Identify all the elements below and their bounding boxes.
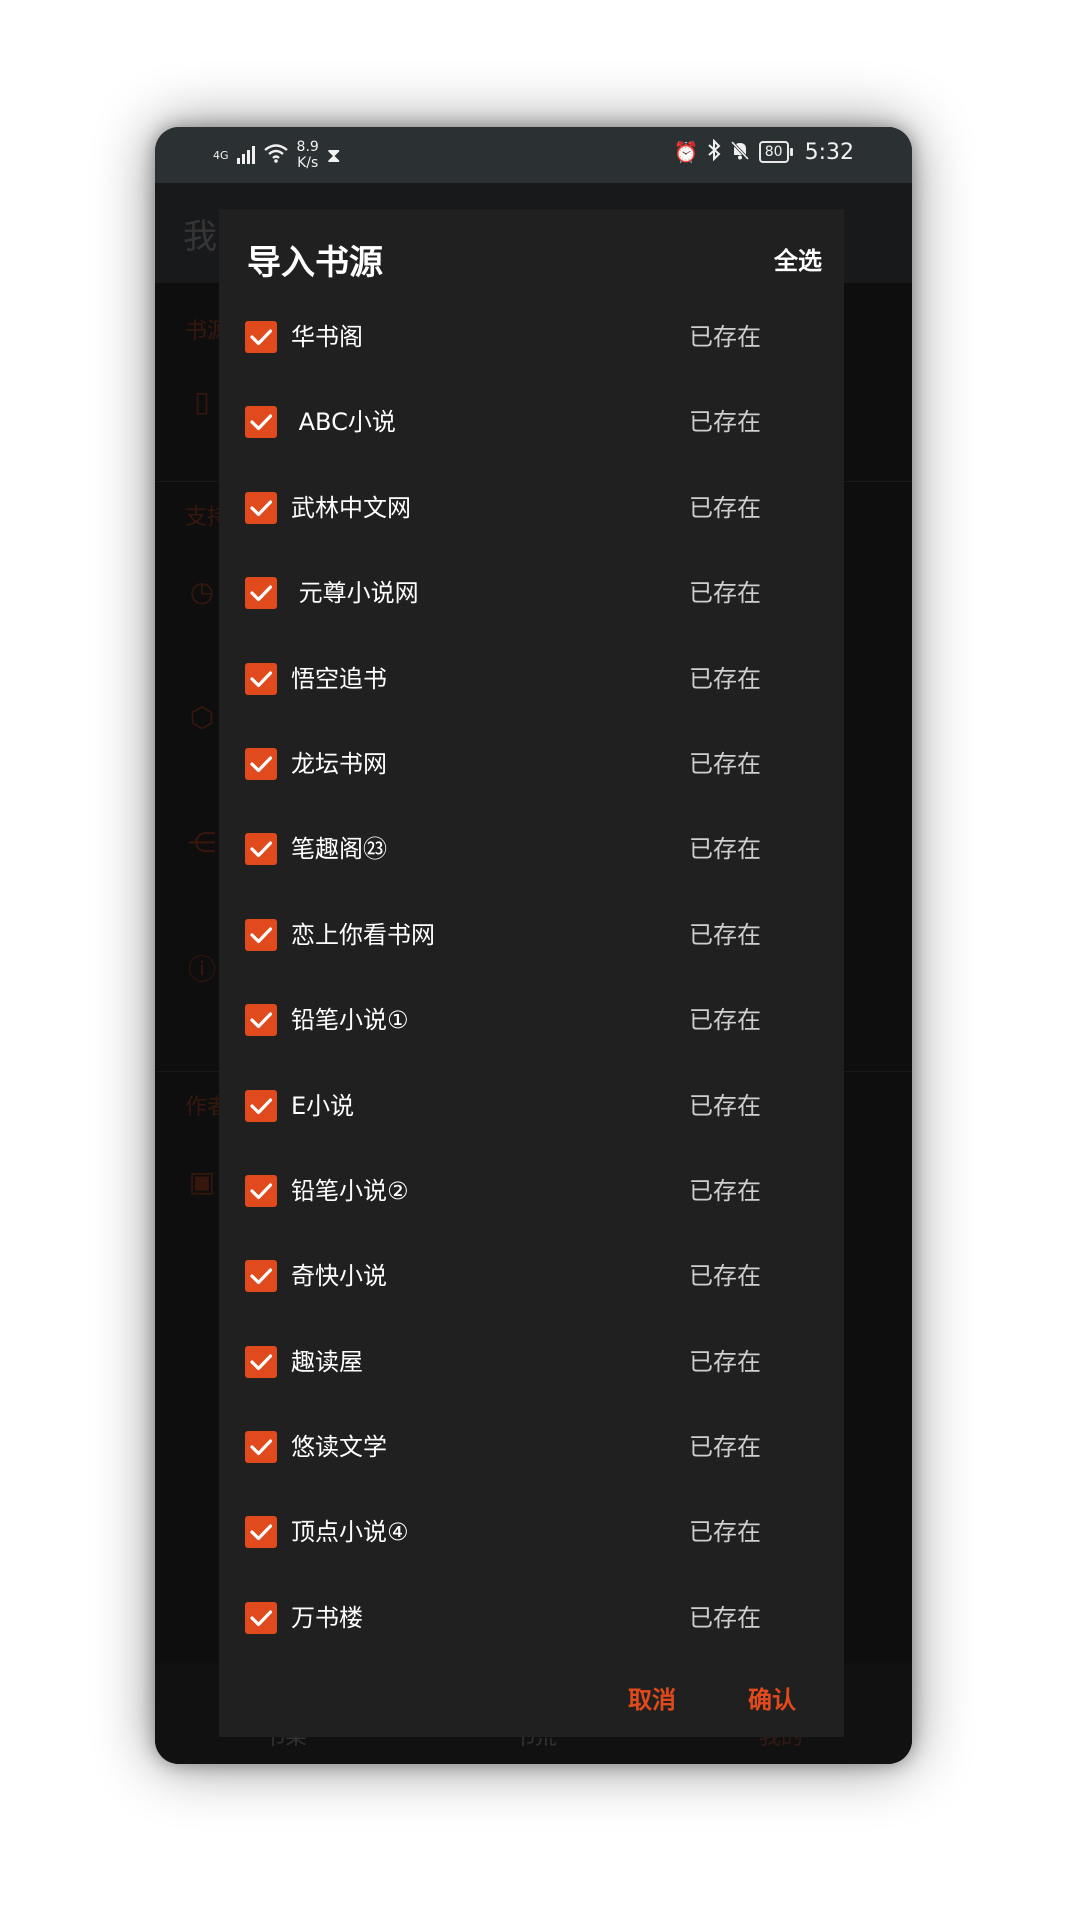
list-item[interactable]: 奇快小说 已存在 (219, 1234, 844, 1319)
source-name: 元尊小说网 (291, 579, 419, 608)
source-name: 龙坛书网 (291, 749, 387, 778)
list-item[interactable]: 顶点小说④ 已存在 (219, 1490, 844, 1575)
source-name: 铅笔小说② (291, 1176, 409, 1205)
source-status: 已存在 (689, 1006, 761, 1035)
source-name: 铅笔小说① (291, 1006, 409, 1035)
source-name: 笔趣阁㉓ (291, 835, 387, 864)
source-status: 已存在 (689, 1262, 761, 1291)
list-item[interactable]: 笔趣阁㉓ 已存在 (219, 807, 844, 892)
checkbox-checked-icon[interactable] (245, 577, 277, 610)
clock: 5:32 (804, 139, 854, 165)
source-name: 恋上你看书网 (291, 920, 435, 949)
dialog-actions: 取消 确认 (628, 1680, 796, 1715)
source-status: 已存在 (689, 1176, 761, 1205)
speed-value: 8.9 (296, 139, 319, 155)
list-item[interactable]: E小说 已存在 (219, 1064, 844, 1149)
source-name: 顶点小说④ (291, 1518, 409, 1547)
list-item[interactable]: 悠读文学 已存在 (219, 1405, 844, 1490)
checkbox-checked-icon[interactable] (245, 747, 277, 780)
list-item[interactable]: ABC小说 已存在 (219, 380, 844, 465)
source-name: 悠读文学 (291, 1433, 387, 1462)
status-bar-left: 4G 8.9 K/s ⧗ (213, 139, 341, 171)
phone-screen: 4G 8.9 K/s ⧗ ⏰ 80 5:32 导入书源 全选 华书阁 已存在 A… (155, 127, 912, 1764)
source-name: 武林中文网 (291, 493, 411, 522)
checkbox-checked-icon[interactable] (245, 321, 277, 353)
checkbox-checked-icon[interactable] (245, 406, 277, 439)
source-name: ABC小说 (291, 408, 396, 437)
source-list: 华书阁 已存在 ABC小说 已存在 武林中文网 已存在 元尊小说网 已存在 悟空追书 已存在龙… (219, 295, 844, 1661)
source-status: 已存在 (689, 664, 761, 693)
source-status: 已存在 (689, 1091, 761, 1120)
bluetooth-icon (707, 138, 721, 165)
select-all-button[interactable]: 全选 (774, 241, 822, 276)
checkbox-checked-icon[interactable] (245, 662, 277, 695)
checkbox-checked-icon[interactable] (245, 1174, 277, 1207)
list-item[interactable]: 武林中文网 已存在 (219, 466, 844, 551)
network-speed: 8.9 K/s (297, 139, 319, 171)
wifi-icon (263, 143, 289, 167)
alarm-icon: ⏰ (673, 140, 699, 164)
dialog-title: 导入书源 (247, 243, 383, 283)
cancel-button[interactable]: 取消 (628, 1680, 676, 1715)
source-name: 华书阁 (291, 323, 363, 351)
list-item[interactable]: 悟空追书 已存在 (219, 637, 844, 722)
signal-icon (236, 146, 255, 164)
source-status: 已存在 (689, 749, 761, 778)
checkbox-checked-icon[interactable] (245, 1516, 277, 1549)
list-item[interactable]: 恋上你看书网 已存在 (219, 893, 844, 978)
source-status: 已存在 (689, 835, 761, 864)
checkbox-checked-icon[interactable] (245, 918, 277, 951)
bell-off-icon (729, 139, 751, 165)
source-name: E小说 (291, 1091, 355, 1120)
source-status: 已存在 (689, 1433, 761, 1462)
source-status: 已存在 (689, 493, 761, 522)
source-status: 已存在 (689, 408, 761, 437)
checkbox-checked-icon[interactable] (245, 1345, 277, 1378)
confirm-button[interactable]: 确认 (748, 1680, 796, 1715)
list-item[interactable]: 铅笔小说① 已存在 (219, 978, 844, 1063)
checkbox-checked-icon[interactable] (245, 1260, 277, 1293)
list-item[interactable]: 元尊小说网 已存在 (219, 551, 844, 636)
checkbox-checked-icon[interactable] (245, 491, 277, 524)
source-name: 趣读屋 (291, 1347, 363, 1376)
list-item[interactable]: 华书阁 已存在 (219, 295, 844, 380)
source-name: 奇快小说 (291, 1262, 387, 1291)
hourglass-icon: ⧗ (326, 143, 341, 167)
source-status: 已存在 (689, 1603, 761, 1632)
checkbox-checked-icon[interactable] (245, 833, 277, 866)
source-name: 悟空追书 (291, 664, 387, 693)
list-item[interactable]: 龙坛书网 已存在 (219, 722, 844, 807)
list-item[interactable]: 铅笔小说② 已存在 (219, 1149, 844, 1234)
network-type: 4G (213, 148, 229, 162)
source-status: 已存在 (689, 579, 761, 608)
status-bar-right: ⏰ 80 5:32 (673, 138, 854, 165)
source-status: 已存在 (689, 1347, 761, 1376)
source-status: 已存在 (689, 1518, 761, 1547)
list-item[interactable]: 趣读屋 已存在 (219, 1320, 844, 1405)
source-status: 已存在 (689, 920, 761, 949)
speed-unit: K/s (297, 155, 319, 171)
checkbox-checked-icon[interactable] (245, 1601, 277, 1634)
source-name: 万书楼 (291, 1603, 363, 1632)
battery-icon: 80 (758, 141, 793, 163)
checkbox-checked-icon[interactable] (245, 1004, 277, 1037)
import-sources-dialog: 导入书源 全选 华书阁 已存在 ABC小说 已存在 武林中文网 已存在 元尊小说网 已存在… (219, 209, 844, 1737)
status-bar: 4G 8.9 K/s ⧗ ⏰ 80 5:32 (155, 127, 912, 183)
list-item[interactable]: 万书楼 已存在 (219, 1576, 844, 1661)
checkbox-checked-icon[interactable] (245, 1431, 277, 1464)
checkbox-checked-icon[interactable] (245, 1089, 277, 1122)
source-status: 已存在 (689, 323, 761, 351)
